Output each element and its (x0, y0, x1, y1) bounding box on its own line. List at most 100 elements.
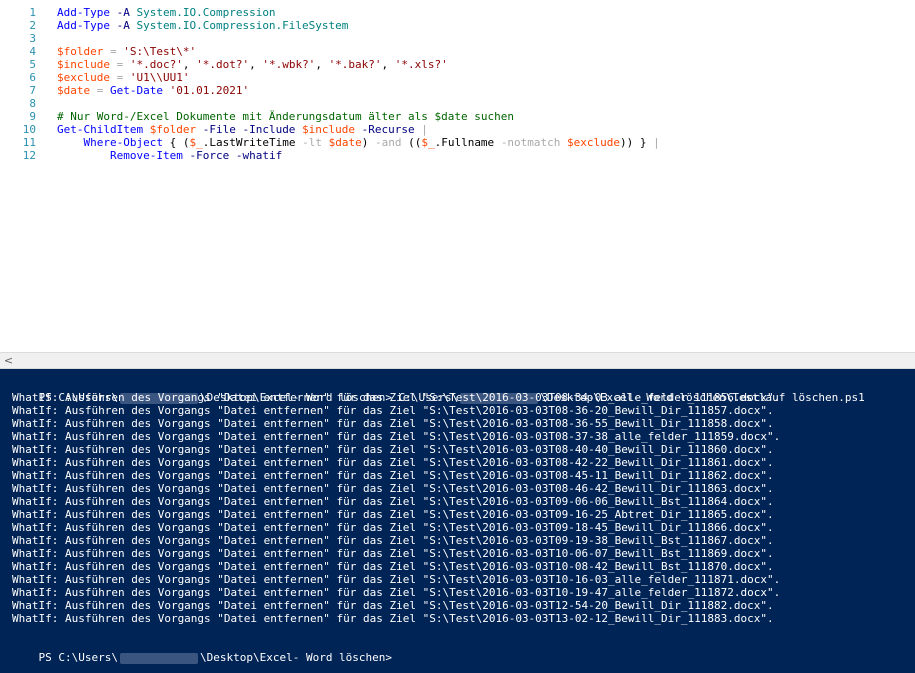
code-token: , (182, 58, 197, 71)
code-token: '01.01.2021' (169, 84, 250, 97)
code-token: -File (202, 123, 236, 136)
code-token: $_ (189, 136, 203, 149)
code-token: '*.wbk?' (262, 58, 316, 71)
console-output-line: WhatIf: Ausführen des Vorgangs "Datei en… (12, 482, 774, 495)
code-token: $include (302, 123, 356, 136)
code-token: Get-Date (110, 84, 163, 97)
code-token: Where-Object (83, 136, 163, 149)
console-output-line: WhatIf: Ausführen des Vorgangs "Datei en… (12, 508, 774, 521)
code-token: # Nur Word-/Excel Dokumente mit Änderung… (57, 110, 514, 123)
console-output-line: WhatIf: Ausführen des Vorgangs "Datei en… (12, 443, 774, 456)
code-token: , (315, 58, 329, 71)
code-token: $folder (149, 123, 197, 136)
code-token: $exclude (57, 71, 110, 84)
code-token: Add-Type (57, 6, 110, 19)
code-token: $_ (421, 136, 435, 149)
console-pane[interactable]: PS C:\Users\ \Desktop\Excel- Word löschen… (0, 369, 915, 673)
code-token: | (421, 123, 428, 136)
code-token: -whatif (235, 149, 283, 162)
console-output-line: WhatIf: Ausführen des Vorgangs "Datei en… (12, 560, 774, 573)
code-token: (( (401, 136, 422, 149)
line-number: 9 (29, 110, 36, 123)
code-token: $include (57, 58, 110, 71)
code-token: $date (328, 136, 362, 149)
console-output-line: WhatIf: Ausführen des Vorgangs "Datei en… (12, 417, 774, 430)
console-output-line: WhatIf: Ausführen des Vorgangs "Datei en… (12, 456, 774, 469)
code-text: $folder = 'S:\Test\*' (57, 45, 196, 58)
code-token: '*.doc?' (129, 58, 183, 71)
editor-horizontal-scrollbar[interactable]: < (0, 352, 915, 369)
prompt-suffix: \Desktop\Excel- Word löschen> (199, 651, 399, 664)
code-token: System.IO.Compression (136, 6, 276, 19)
console-output-line: WhatIf: Ausführen des Vorgangs "Datei en… (12, 521, 774, 534)
code-token: )) } (620, 136, 654, 149)
code-text: # Nur Word-/Excel Dokumente mit Änderung… (57, 110, 514, 123)
code-token: 'S:\Test\*' (123, 45, 197, 58)
code-text: Where-Object { ($_.LastWriteTime -lt $da… (57, 136, 660, 149)
scroll-left-arrow-icon[interactable]: < (0, 353, 17, 368)
line-number: 7 (29, 84, 36, 97)
console-output-line: WhatIf: Ausführen des Vorgangs "Datei en… (12, 599, 774, 612)
line-number: 11 (22, 136, 36, 149)
code-token: -A (116, 19, 130, 32)
code-token: .LastWriteTime (202, 136, 303, 149)
console-output-line: WhatIf: Ausführen des Vorgangs "Datei en… (12, 573, 781, 586)
code-token: { ( (162, 136, 190, 149)
code-token: .Fullname (434, 136, 501, 149)
console-output-line: WhatIf: Ausführen des Vorgangs "Datei en… (12, 534, 774, 547)
code-text: Get-ChildItem $folder -File -Include $in… (57, 123, 428, 136)
line-number: 5 (29, 58, 36, 71)
code-token: $folder (57, 45, 104, 58)
console-output-line: WhatIf: Ausführen des Vorgangs "Datei en… (12, 495, 774, 508)
code-text: $exclude = 'U1\\UU1' (57, 71, 189, 84)
code-token: | (653, 136, 660, 149)
code-token: '*.xls?' (394, 58, 448, 71)
scrollbar-thumb[interactable] (17, 355, 897, 366)
line-number: 4 (29, 45, 36, 58)
console-prompt-line[interactable]: PS C:\Users\ \Desktop\Excel- Word löschen… (12, 638, 399, 664)
code-token: '*.dot?' (196, 58, 250, 71)
line-number: 12 (22, 149, 36, 162)
line-number: 3 (29, 32, 36, 45)
code-token: -Recurse (361, 123, 415, 136)
redacted-username (119, 652, 198, 664)
code-token: -notmatch (500, 136, 561, 149)
console-command-line: PS C:\Users\ \Desktop\Excel- Word löschen… (12, 378, 865, 404)
code-token: System.IO.Compression.FileSystem (136, 19, 349, 32)
code-text: $include = '*.doc?', '*.dot?', '*.wbk?',… (57, 58, 448, 71)
line-number: 10 (22, 123, 36, 136)
code-token: Get-ChildItem (57, 123, 144, 136)
code-token: -lt (302, 136, 322, 149)
code-token: Add-Type (57, 19, 110, 32)
script-editor[interactable]: 1 Add-Type -A System.IO.Compression 2 Add-T… (0, 0, 915, 352)
code-token: 'U1\\UU1' (129, 71, 190, 84)
code-token: , (381, 58, 395, 71)
line-number: 1 (29, 6, 36, 19)
line-number: 2 (29, 19, 36, 32)
code-text: $date = Get-Date '01.01.2021' (57, 84, 249, 97)
code-token: -A (116, 6, 130, 19)
console-output-line: WhatIf: Ausführen des Vorgangs "Datei en… (12, 391, 781, 404)
console-output-line: WhatIf: Ausführen des Vorgangs "Datei en… (12, 612, 774, 625)
code-token: $date (57, 84, 91, 97)
code-text: Add-Type -A System.IO.Compression (57, 6, 276, 19)
code-token: , (249, 58, 263, 71)
console-output-line: WhatIf: Ausführen des Vorgangs "Datei en… (12, 430, 781, 443)
code-token: $exclude (567, 136, 621, 149)
